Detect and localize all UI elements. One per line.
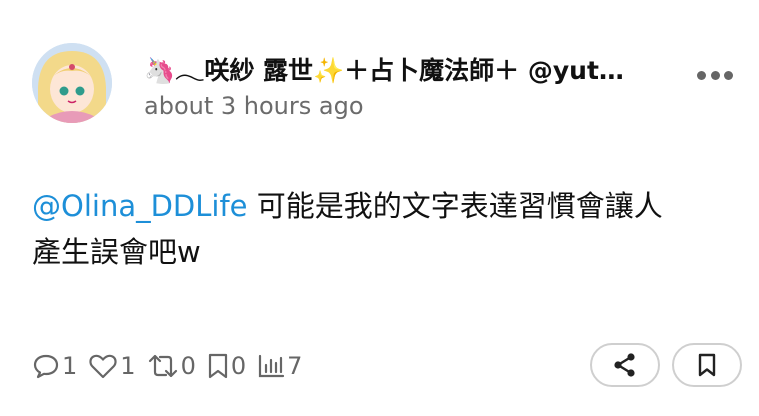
stats-icon	[259, 354, 285, 378]
view-count: 7	[287, 352, 303, 380]
action-bar: 1 1 0 0 7	[32, 348, 313, 384]
boost-button[interactable]: 0	[147, 352, 196, 380]
avatar[interactable]	[32, 43, 112, 123]
boost-count: 0	[180, 352, 196, 380]
bookmark-count: 0	[230, 352, 247, 380]
post-text-line-1: @Olina_DDLife 可能是我的文字表達習慣會讓人	[32, 183, 742, 229]
views-button[interactable]: 7	[257, 352, 302, 380]
display-name[interactable]: 🦄𓂃咲紗 露世✨＋占卜魔法師＋ @yut…	[144, 47, 664, 87]
reply-count: 1	[62, 352, 78, 380]
repost-icon	[148, 354, 177, 378]
like-button[interactable]: 1	[88, 352, 136, 380]
share-icon	[614, 353, 635, 377]
bookmark-icon	[208, 353, 227, 379]
more-horizontal-icon	[697, 70, 706, 80]
bookmark-count-button[interactable]: 0	[207, 352, 246, 380]
post-content: @Olina_DDLife 可能是我的文字表達習慣會讓人 產生誤會吧w	[32, 183, 742, 275]
save-bookmark-button[interactable]	[672, 343, 742, 387]
reply-icon	[33, 354, 59, 379]
reply-button[interactable]: 1	[32, 352, 77, 380]
post-text: 可能是我的文字表達習慣會讓人	[247, 189, 663, 223]
post-text-line-2: 產生誤會吧w	[32, 235, 201, 269]
more-options-button[interactable]	[697, 62, 733, 88]
mention-link[interactable]: @Olina_DDLife	[32, 189, 248, 223]
share-button[interactable]	[590, 343, 660, 387]
like-count: 1	[120, 352, 136, 380]
bookmark-icon	[698, 353, 716, 377]
display-name-text[interactable]: 🦄𓂃咲紗 露世✨＋占卜魔法師＋ @yut…	[144, 47, 624, 87]
post-timestamp[interactable]: about 3 hours ago	[144, 92, 364, 120]
heart-icon	[89, 354, 117, 379]
